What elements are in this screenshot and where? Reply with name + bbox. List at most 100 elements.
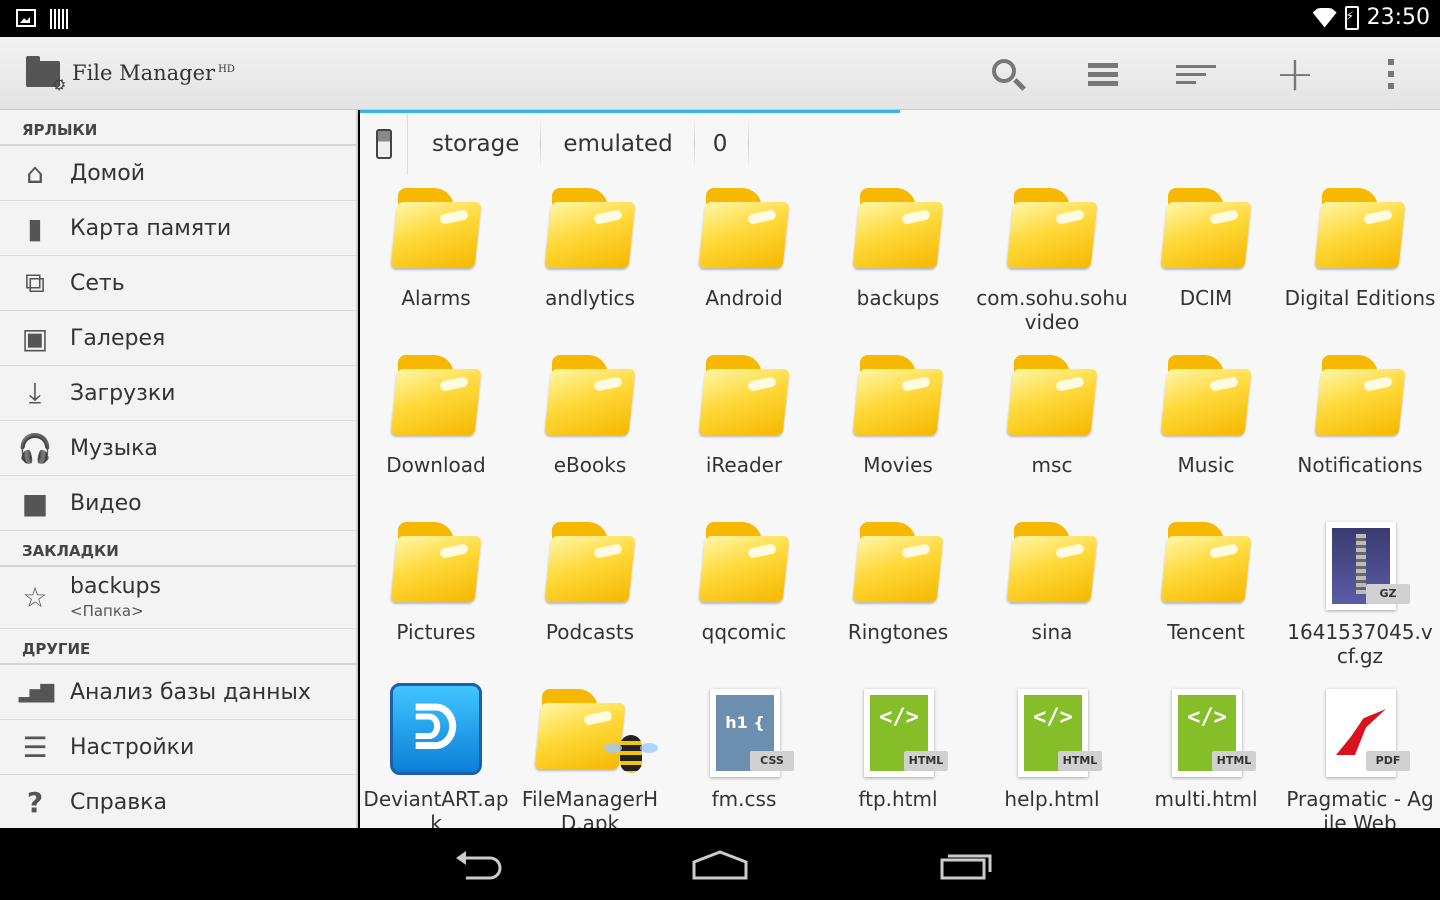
folder-item[interactable]: Music (1130, 347, 1282, 512)
bookmark-item-backups[interactable]: ☆ backups <Папка> (0, 567, 356, 629)
folder-item[interactable]: Alarms (360, 180, 512, 345)
folder-item[interactable]: iReader (668, 347, 820, 512)
sidebar-item-4-shortcut[interactable]: ⤓ Загрузки (0, 366, 356, 421)
barcode-notification-icon (50, 9, 68, 29)
file-name: Alarms (401, 286, 471, 310)
file-type-badge: PDF (1366, 751, 1410, 771)
action-bar: ⚙ File Manager HD + (0, 37, 1440, 110)
sidebar-item-6-shortcut[interactable]: ■ Видео (0, 476, 356, 531)
app-title-badge: HD (218, 64, 235, 75)
folder-item[interactable]: Podcasts (514, 514, 666, 679)
file-type-badge: HTML (904, 751, 948, 771)
recent-apps-button[interactable] (934, 848, 994, 882)
app-logo-icon[interactable]: ⚙ (26, 55, 66, 93)
folder-item[interactable]: backups (822, 180, 974, 345)
sidebar-item-0-shortcut[interactable]: ⌂ Домой (0, 146, 356, 201)
folder-icon (698, 188, 790, 270)
shortcut-list: ⌂ Домой ▮ Карта памяти ⧉ Сеть ▣ Галерея ⤓ Загрузк… (0, 146, 356, 531)
file-name: andlytics (545, 286, 635, 310)
back-button[interactable] (448, 848, 508, 882)
more-vertical-icon (1388, 59, 1394, 65)
sidebar-item-label: Карта памяти (70, 215, 232, 241)
add-button[interactable]: + (1272, 50, 1318, 98)
breadcrumb-emulated[interactable]: emulated (539, 113, 696, 175)
battery-charging-icon (1344, 5, 1359, 30)
home-button[interactable] (690, 848, 750, 882)
file-name: ftp.html (858, 787, 938, 811)
file-item[interactable]: </> HTML ftp.html (822, 681, 974, 828)
file-name: Podcasts (545, 620, 635, 644)
sidebar-item-2-other[interactable]: ? Справка (0, 775, 356, 828)
sidebar-item-1-other[interactable]: ☰ Настройки (0, 720, 356, 775)
file-item[interactable]: h1 {CSS fm.css (668, 681, 820, 828)
view-mode-button[interactable] (1080, 53, 1126, 95)
file-item[interactable]: PDF Pragmatic - Agile Web (1284, 681, 1436, 828)
archive-file-icon: GZ (1326, 522, 1410, 610)
folder-item[interactable]: com.sohu.sohuvideo (976, 180, 1128, 345)
section-header-shortcuts: ЯРЛЫКИ (0, 110, 356, 146)
sort-button[interactable] (1176, 53, 1222, 95)
search-icon (992, 59, 1016, 83)
headphones-icon: 🎧 (17, 431, 53, 465)
video-icon: ■ (21, 486, 49, 520)
folder-item[interactable]: Digital Editions (1284, 180, 1436, 345)
sidebar-item-1-shortcut[interactable]: ▮ Карта памяти (0, 201, 356, 256)
bookmark-sublabel: <Папка> (70, 601, 144, 620)
folder-icon (852, 188, 944, 270)
breadcrumb: storage emulated 0 (360, 113, 1440, 175)
navigation-bar (0, 828, 1440, 900)
pdf-file-icon: PDF (1326, 689, 1410, 777)
sliders-icon: ☰ (22, 730, 48, 764)
folder-item[interactable]: andlytics (514, 180, 666, 345)
html-file-icon: </> HTML (1018, 689, 1102, 777)
sidebar-item-label: Видео (70, 490, 142, 516)
bookmark-label: backups (70, 573, 161, 599)
folder-item[interactable]: Pictures (360, 514, 512, 679)
file-item[interactable]: </> HTML multi.html (1130, 681, 1282, 828)
file-item[interactable]: FileManagerHD.apk (514, 681, 666, 828)
file-name: Pragmatic - Agile Web (1286, 787, 1434, 828)
sidebar-item-label: Домой (70, 160, 146, 186)
sidebar-item-5-shortcut[interactable]: 🎧 Музыка (0, 421, 356, 476)
file-item[interactable]: ᕲ DeviantART.apk (360, 681, 512, 828)
folder-icon (1160, 188, 1252, 270)
breadcrumb-storage[interactable]: storage (408, 113, 542, 175)
home-icon: ⌂ (26, 156, 44, 190)
home-icon (692, 850, 748, 880)
list-view-icon (1088, 62, 1118, 68)
folder-icon (1006, 188, 1098, 270)
sidebar-item-label: Настройки (70, 734, 195, 760)
sidebar: ЯРЛЫКИ ⌂ Домой ▮ Карта памяти ⧉ Сеть ▣ Галерея ⤓… (0, 110, 358, 828)
app-title-text: File Manager (72, 61, 216, 85)
bar-chart-icon: ▂▅▇ (18, 681, 55, 703)
sidebar-item-3-shortcut[interactable]: ▣ Галерея (0, 311, 356, 366)
folder-item[interactable]: Movies (822, 347, 974, 512)
folder-item[interactable]: msc (976, 347, 1128, 512)
sidebar-item-label: Музыка (70, 435, 158, 461)
folder-item[interactable]: qqcomic (668, 514, 820, 679)
folder-item[interactable]: Ringtones (822, 514, 974, 679)
folder-item[interactable]: DCIM (1130, 180, 1282, 345)
folder-item[interactable]: eBooks (514, 347, 666, 512)
sidebar-item-label: Анализ базы данных (70, 679, 311, 705)
search-button[interactable] (984, 53, 1030, 95)
sidebar-item-2-shortcut[interactable]: ⧉ Сеть (0, 256, 356, 311)
folder-item[interactable]: sina (976, 514, 1128, 679)
folder-item[interactable]: Android (668, 180, 820, 345)
folder-item[interactable]: Download (360, 347, 512, 512)
file-browser: storage emulated 0 Alarms andlytics Androi… (360, 110, 1440, 828)
folder-item[interactable]: Notifications (1284, 347, 1436, 512)
overflow-menu-button[interactable] (1368, 53, 1414, 95)
file-item[interactable]: GZ 1641537045.vcf.gz (1284, 514, 1436, 679)
breadcrumb-0[interactable]: 0 (693, 113, 750, 175)
file-type-badge: HTML (1058, 751, 1102, 771)
sidebar-item-0-other[interactable]: ▂▅▇ Анализ базы данных (0, 665, 356, 720)
sd-card-icon: ▮ (27, 211, 43, 245)
device-root-button[interactable] (360, 113, 408, 175)
folder-icon (1160, 522, 1252, 604)
download-icon: ⤓ (28, 376, 42, 409)
folder-icon (544, 188, 636, 270)
folder-item[interactable]: Tencent (1130, 514, 1282, 679)
file-item[interactable]: </> HTML help.html (976, 681, 1128, 828)
folder-icon (544, 355, 636, 437)
